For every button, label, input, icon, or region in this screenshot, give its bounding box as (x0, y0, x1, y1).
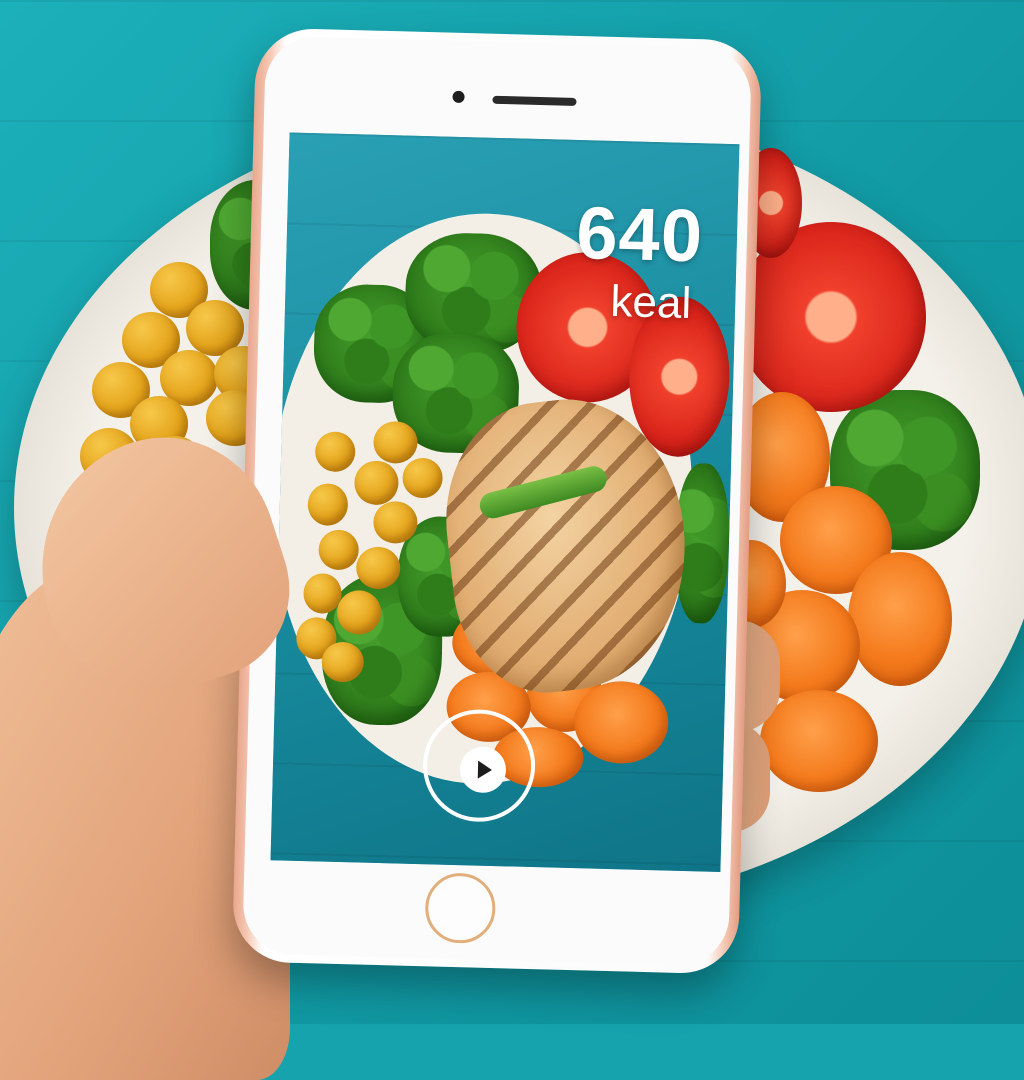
calorie-unit: keal (609, 276, 692, 329)
earpiece-speaker (492, 95, 577, 106)
smartphone: 640 keal (231, 27, 763, 975)
calorie-value: 640 (575, 191, 705, 278)
phone-screen: 640 keal (270, 132, 740, 872)
home-button[interactable] (424, 872, 497, 945)
front-camera (452, 90, 465, 104)
phone-front: 640 keal (242, 35, 752, 967)
play-icon[interactable] (459, 746, 507, 794)
